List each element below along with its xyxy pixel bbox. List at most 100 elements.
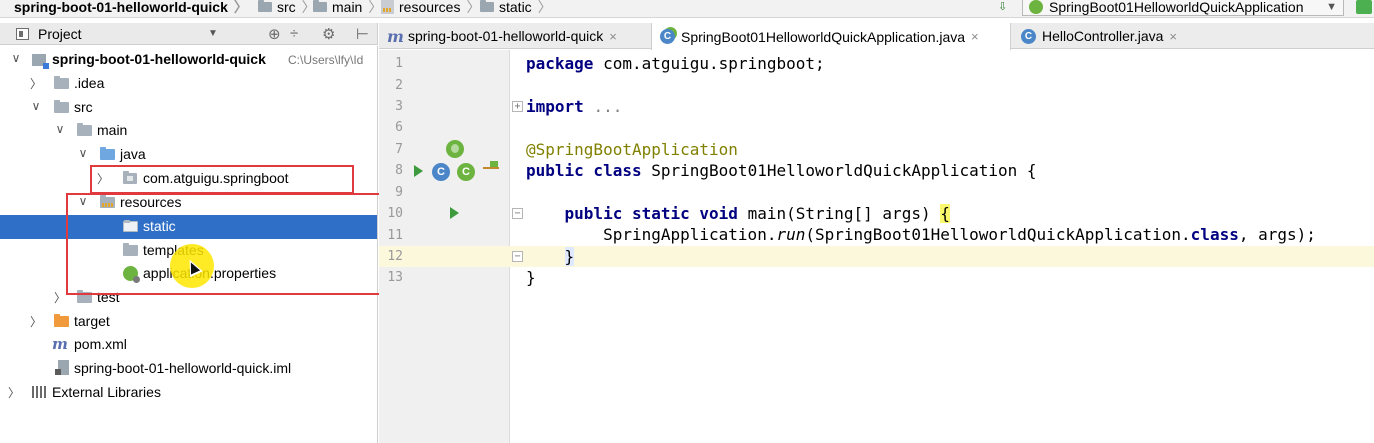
code-text: } [526,268,536,287]
code-line-12[interactable]: } [526,268,536,287]
tree-item-label: test [97,289,120,305]
keyword: class [1190,225,1239,244]
gear-icon[interactable]: ⚙ [322,25,335,43]
line-number: 13 [387,270,403,285]
class-icon[interactable]: C [432,163,450,181]
annotation: @SpringBootApplication [526,140,738,159]
sort-icon[interactable]: ⇩ [998,0,1007,13]
tab-label: spring-boot-01-helloworld-quick [407,28,604,44]
keyword: package [526,54,594,73]
tree-item-test[interactable]: 〉 test [0,286,377,310]
folder-icon [123,220,138,232]
structure-icon[interactable] [483,161,499,179]
tree-item-resources[interactable]: ∨ resources [0,191,377,215]
chevron-down-icon[interactable]: ▼ [208,28,218,39]
hide-panel-icon[interactable]: ⊢ [356,25,369,43]
tab-application-java[interactable]: C SpringBoot01HelloworldQuickApplication… [651,23,1011,50]
tree-item-label: java [120,146,146,162]
code-line-6[interactable]: @SpringBootApplication [526,140,738,159]
run-configuration-selector[interactable]: SpringBoot01HelloworldQuickApplication ▼ [1022,0,1344,16]
chevron-right-icon[interactable]: 〉 [8,384,20,401]
tree-item-iml[interactable]: spring-boot-01-helloworld-quick.iml [0,357,377,381]
chevron-right-icon[interactable]: 〉 [97,170,109,187]
fold-collapse-icon[interactable]: − [512,208,523,219]
code-line-10[interactable]: SpringApplication.run(SpringBoot01Hellow… [526,225,1316,244]
tree-item-root[interactable]: ∨ spring-boot-01-helloworld-quick C:\Use… [0,48,377,72]
tree-item-main[interactable]: ∨ main [0,119,377,143]
close-icon[interactable]: × [971,29,979,44]
folded-imports[interactable]: ... [593,97,622,116]
code-line-3[interactable]: import ... [526,97,622,116]
folder-icon [54,76,69,89]
spring-boot-icon [1029,0,1043,14]
breadcrumb-main-label: main [332,0,363,15]
chevron-down-icon[interactable]: ∨ [10,51,22,65]
tree-item-label: External Libraries [52,384,161,400]
line-number: 10 [387,206,403,221]
chevron-down-icon: ▼ [1326,0,1337,13]
tree-item-label: main [97,122,128,138]
fold-expand-icon[interactable]: + [512,101,523,112]
tab-pom[interactable]: m spring-boot-01-helloworld-quick × [379,23,649,49]
tree-item-label: static [143,218,176,234]
chevron-right-icon[interactable]: 〉 [30,313,42,330]
folder-icon [480,0,494,12]
spring-bean-icon[interactable] [446,140,464,158]
close-icon[interactable]: × [609,29,617,44]
run-icon[interactable] [1356,0,1372,14]
code-line-1[interactable]: package com.atguigu.springboot; [526,54,825,73]
close-icon[interactable]: × [1169,29,1177,44]
breadcrumb-project[interactable]: spring-boot-01-helloworld-quick 〉 [14,0,248,16]
library-icon [32,386,48,398]
line-number: 1 [395,56,403,71]
fold-collapse-icon[interactable]: − [512,251,523,262]
folder-icon [313,0,327,12]
chevron-right-icon[interactable]: 〉 [30,75,42,92]
code-line-7[interactable]: public class SpringBoot01HelloworldQuick… [526,161,1037,180]
scope-target-icon[interactable]: ⊕ [268,25,281,43]
breadcrumb-resources[interactable]: resources 〉 [381,0,480,16]
chevron-down-icon[interactable]: ∨ [77,194,89,208]
project-panel-title[interactable]: Project [38,26,82,42]
breadcrumb-separator: 〉 [233,0,248,15]
line-number: 7 [395,142,403,157]
tree-item-java[interactable]: ∨ java [0,143,377,167]
breadcrumb-project-label: spring-boot-01-helloworld-quick [14,0,228,15]
chevron-down-icon[interactable]: ∨ [54,122,66,136]
code-line-9[interactable]: public static void main(String[] args) { [526,204,950,223]
tree-item-pom[interactable]: m pom.xml [0,333,377,357]
collapse-all-icon[interactable]: ÷ [290,25,298,42]
breadcrumb-src-label: src [277,0,296,15]
spring-class-icon: C [660,29,675,44]
matched-brace: } [564,247,575,266]
tree-item-target[interactable]: 〉 target [0,310,377,334]
maven-icon: m [52,335,68,353]
navigation-bar: spring-boot-01-helloworld-quick 〉 src 〉 … [0,0,1374,18]
method-call: run [776,225,806,244]
tree-item-external-libraries[interactable]: 〉 External Libraries [0,381,377,405]
tab-hello-controller[interactable]: C HelloController.java × [1013,23,1183,49]
chevron-right-icon[interactable]: 〉 [54,289,66,306]
package-icon [123,171,137,184]
tree-item-label: target [74,313,110,329]
tree-item-label: src [74,99,93,115]
run-icon[interactable] [450,207,459,219]
folder-icon [54,100,69,113]
spring-class-icon[interactable]: C [457,163,475,181]
chevron-down-icon[interactable]: ∨ [77,146,89,160]
breadcrumb-src[interactable]: src 〉 [258,0,316,16]
excluded-folder-icon [54,314,69,327]
tree-item-static[interactable]: static [0,215,377,239]
module-folder-icon [32,54,49,69]
tree-item-package[interactable]: 〉 com.atguigu.springboot [0,167,377,191]
breadcrumb-static[interactable]: static 〉 [480,0,552,16]
chevron-down-icon[interactable]: ∨ [30,99,42,113]
code-line-11[interactable]: } [526,247,575,266]
spring-properties-icon [123,266,140,283]
breadcrumb-main[interactable]: main 〉 [313,0,382,16]
folder-icon [77,123,92,136]
tree-item-src[interactable]: ∨ src [0,96,377,120]
run-icon[interactable] [414,165,423,177]
line-number: 6 [395,120,403,135]
tree-item-idea[interactable]: 〉 .idea [0,72,377,96]
